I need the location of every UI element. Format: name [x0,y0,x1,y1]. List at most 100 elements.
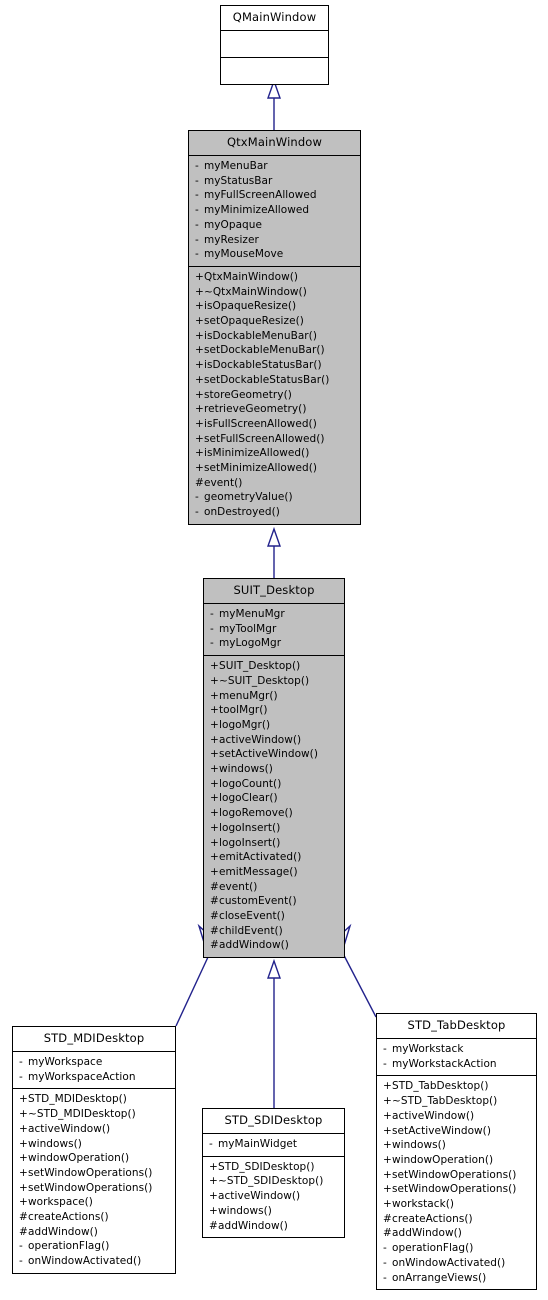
member-label: addWindow() [28,1225,98,1238]
member-visibility: + [383,1183,392,1196]
class-member: +isFullScreenAllowed() [195,417,358,432]
class-box-qmainwindow[interactable]: QMainWindow [220,5,329,85]
member-label: myWorkspace [28,1056,103,1068]
member-label: myToolMgr [219,622,277,635]
class-member: +setActiveWindow() [383,1124,534,1139]
member-visibility: + [210,733,219,746]
member-label: isOpaqueResize() [204,300,297,313]
class-member: #event() [195,476,358,491]
member-label: setFullScreenAllowed() [204,432,325,445]
member-visibility: - [19,1255,23,1268]
attributes-compartment-suit-desktop: - myMenuMgr - myToolMgr - myLogoMgr [204,604,344,655]
member-visibility: + [195,388,204,401]
class-box-qtxmainwindow[interactable]: QtxMainWindow - myMenuBar - myStatusBar - myF… [188,130,361,525]
class-member: +logoMgr() [210,718,342,733]
class-member: - myWorkstackAction [383,1057,534,1072]
class-member: - myStatusBar [195,174,358,189]
class-member: +activeWindow() [210,733,342,748]
member-label: windowOperation() [28,1152,130,1165]
member-visibility: # [195,476,204,489]
class-member: +logoInsert() [210,836,342,851]
class-member: #addWindow() [19,1225,173,1240]
class-member: - myWorkstack [383,1042,534,1057]
member-visibility: + [209,1190,218,1203]
member-visibility: + [195,359,204,372]
member-label: windows() [219,763,273,776]
class-member: #createActions() [19,1210,173,1225]
class-name-std-sdidesktop: STD_SDIDesktop [224,1113,323,1127]
member-visibility: + [209,1175,218,1188]
member-visibility: + [19,1137,28,1150]
class-box-std-tabdesktop[interactable]: STD_TabDesktop - myWorkstack - myWorkstackA… [376,1013,537,1291]
member-label: event() [219,880,258,893]
member-visibility: + [195,285,204,298]
member-label: ~STD_SDIDesktop() [218,1175,324,1188]
class-member: - myMenuMgr [210,607,342,622]
class-member: +~STD_TabDesktop() [383,1094,534,1109]
member-visibility: - [210,608,214,620]
member-label: logoInsert() [219,836,281,849]
class-box-suit-desktop[interactable]: SUIT_Desktop - myMenuMgr - myToolMgr - myLogo… [203,578,345,959]
class-member: +windows() [209,1204,342,1219]
member-label: createActions() [392,1212,473,1225]
class-member: - onWindowActivated() [383,1256,534,1271]
member-label: myResizer [204,233,259,246]
class-member: +STD_TabDesktop() [383,1079,534,1094]
member-label: setWindowOperations() [28,1166,153,1179]
member-label: retrieveGeometry() [204,403,307,416]
member-label: ~STD_TabDesktop() [392,1095,498,1108]
member-visibility: + [195,417,204,430]
member-visibility: + [195,344,204,357]
class-member: +setOpaqueResize() [195,314,358,329]
class-member: - operationFlag() [383,1241,534,1256]
member-visibility: + [195,270,204,283]
class-member: - myMainWidget [209,1137,342,1152]
member-visibility: + [19,1181,28,1194]
class-member: +retrieveGeometry() [195,402,358,417]
member-visibility: - [209,1138,213,1150]
member-visibility: + [209,1160,218,1173]
member-visibility: - [19,1240,23,1253]
class-member: +~STD_MDIDesktop() [19,1107,173,1122]
class-member: +logoInsert() [210,821,342,836]
attributes-compartment-std-sdidesktop: - myMainWidget [203,1134,344,1156]
member-visibility: - [210,637,214,650]
member-visibility: + [210,763,219,776]
member-label: myFullScreenAllowed [204,189,317,202]
member-visibility: - [210,622,214,635]
arrowhead-qtxmainwindow [267,526,281,547]
member-label: myWorkstack [392,1043,464,1055]
member-label: STD_TabDesktop() [392,1080,489,1093]
member-visibility: - [195,160,199,172]
class-name-std-tabdesktop: STD_TabDesktop [407,1018,506,1032]
attributes-compartment-qmainwindow [221,31,328,57]
member-label: windows() [392,1139,446,1152]
member-visibility: - [383,1242,387,1255]
member-visibility: + [195,447,204,460]
class-box-std-sdidesktop[interactable]: STD_SDIDesktop - myMainWidget +STD_SDIDes… [202,1108,345,1239]
member-label: myWorkspaceAction [28,1070,136,1083]
class-member: +toolMgr() [210,703,342,718]
member-label: myMenuBar [204,160,268,172]
class-member: - myWorkspaceAction [19,1070,173,1085]
member-visibility: # [209,1219,218,1232]
member-label: myMenuMgr [219,608,285,620]
member-label: geometryValue() [204,491,293,504]
class-member: +windowOperation() [19,1151,173,1166]
member-visibility: - [383,1043,387,1055]
class-member: - myMouseMove [195,247,358,262]
member-label: setWindowOperations() [392,1168,517,1181]
class-member: - myFullScreenAllowed [195,188,358,203]
class-member: +windows() [210,762,342,777]
class-member: #createActions() [383,1212,534,1227]
member-visibility: + [210,851,219,864]
class-member: #childEvent() [210,924,342,939]
member-visibility: - [19,1056,23,1068]
class-box-std-mdidesktop[interactable]: STD_MDIDesktop - myWorkspace - myWorkspaceA… [12,1026,176,1274]
member-label: isDockableStatusBar() [204,359,322,372]
member-visibility: + [210,807,219,820]
class-member: +STD_MDIDesktop() [19,1092,173,1107]
member-visibility: # [383,1227,392,1240]
member-label: logoMgr() [219,718,271,731]
class-member: - geometryValue() [195,490,358,505]
